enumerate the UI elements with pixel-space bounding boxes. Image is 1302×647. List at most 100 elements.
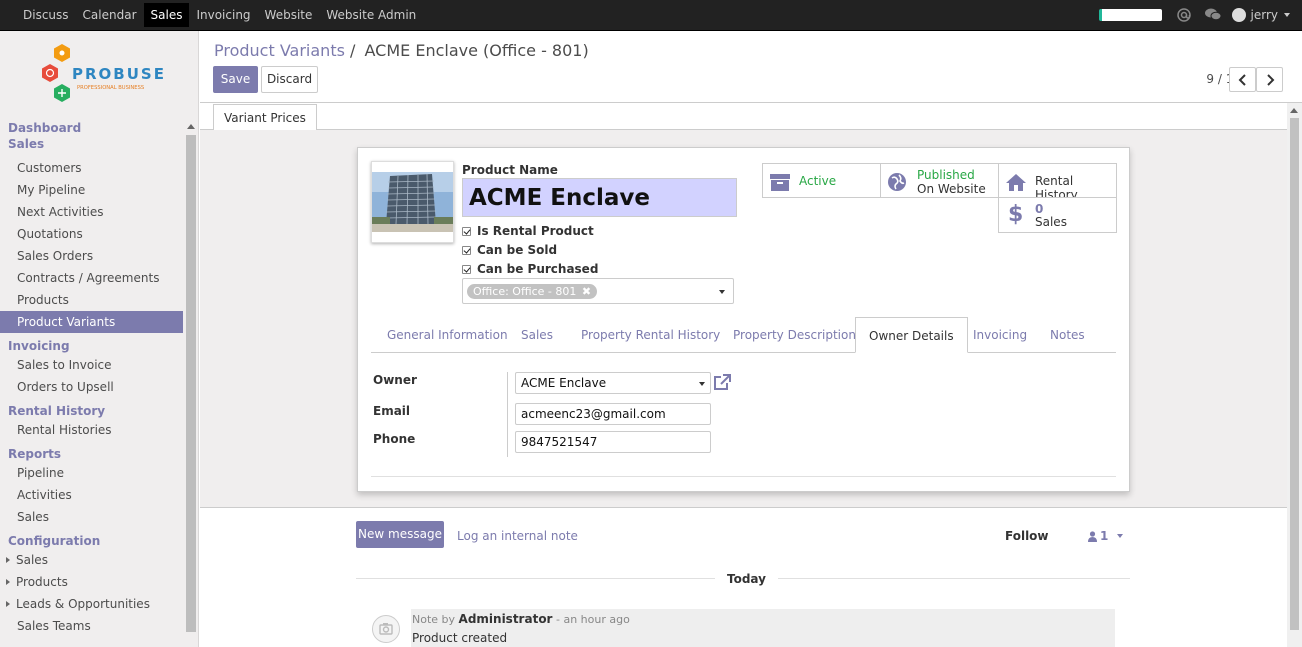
progress-bar[interactable] [1098,9,1162,21]
new-message-button[interactable]: New message [356,521,444,548]
app-menu: Discuss Calendar Sales Invoicing Website… [0,0,423,31]
chevron-down-icon [1284,13,1290,17]
attribute-tag-label: Office: Office - 801 [473,285,577,298]
menu-discuss[interactable]: Discuss [16,3,76,27]
message-item: Note by Administrator - an hour ago Prod… [411,609,1115,647]
sidebar-item-report-pipeline[interactable]: Pipeline [0,462,183,484]
tag-remove-icon[interactable]: ✖ [582,285,591,298]
menu-calendar[interactable]: Calendar [76,3,144,27]
message-time: - an hour ago [555,613,630,626]
sidebar-item-rental-histories[interactable]: Rental Histories [0,419,183,441]
sidebar-item-my-pipeline[interactable]: My Pipeline [0,179,183,201]
discard-button[interactable]: Discard [261,66,318,93]
sidebar-scrollbar[interactable] [185,121,197,647]
sidebar-nav: Dashboard Sales Customers My Pipeline Ne… [0,120,183,637]
log-note-button[interactable]: Log an internal note [457,529,578,543]
tab-invoicing[interactable]: Invoicing [973,328,1027,342]
save-button[interactable]: Save [213,66,258,93]
sidebar-item-config-sales-teams[interactable]: Sales Teams [0,615,183,637]
sidebar-item-next-activities[interactable]: Next Activities [0,201,183,223]
variant-prices-button[interactable]: Variant Prices [213,104,317,130]
external-link-icon[interactable] [713,374,731,394]
follow-button[interactable]: Follow [1005,529,1049,543]
sidebar-item-config-sales[interactable]: Sales [0,549,183,571]
menu-website-admin[interactable]: Website Admin [319,3,423,27]
sidebar-header-sales: Sales [8,137,45,151]
tab-general-information[interactable]: General Information [387,328,508,342]
chevron-down-icon[interactable] [699,382,705,386]
main-scrollbar[interactable] [1287,103,1302,647]
sidebar-header-configuration: Configuration [8,534,101,548]
sidebar-item-config-products[interactable]: Products [0,571,183,593]
checkbox-icon[interactable] [462,264,471,274]
sidebar-item-sales-orders[interactable]: Sales Orders [0,245,183,267]
followers-button[interactable]: 1 [1088,529,1124,543]
phone-field[interactable]: 9847521547 [515,431,711,453]
sidebar-item-sales-to-invoice[interactable]: Sales to Invoice [0,354,183,376]
dollar-icon: $ [1008,202,1024,227]
scrollbar-thumb[interactable] [186,135,196,632]
breadcrumb-separator: / [350,41,356,60]
sidebar-header-invoicing: Invoicing [8,339,70,353]
checkbox-can-be-purchased[interactable]: Can be Purchased [462,262,598,276]
avatar[interactable] [372,615,400,643]
form-statusbar: Variant Prices [200,103,1287,130]
company-logo: PROBUSE PROFESSIONAL BUSINESS [38,42,164,107]
user-icon [1088,530,1097,542]
tab-property-rental-history[interactable]: Property Rental History [581,328,720,342]
rental-history-button[interactable]: Rental History [998,163,1117,202]
tab-owner-details[interactable]: Owner Details [855,317,968,353]
globe-icon [887,172,907,195]
product-name-input[interactable]: ACME Enclave [462,178,737,217]
at-icon[interactable] [1176,7,1192,23]
tab-sales[interactable]: Sales [521,328,553,342]
scroll-up-icon[interactable] [1290,108,1298,113]
checkbox-label-purchased: Can be Purchased [477,262,599,276]
sales-count-button[interactable]: $ 0 Sales [998,197,1117,233]
followers-count: 1 [1100,529,1109,543]
pager-previous-button[interactable] [1229,67,1256,92]
published-toggle-button[interactable]: Published On Website [880,163,999,198]
sidebar-dashboard[interactable]: Dashboard [0,120,183,136]
menu-invoicing[interactable]: Invoicing [189,3,257,27]
scrollbar-thumb[interactable] [1290,118,1299,630]
sidebar-item-customers[interactable]: Customers [0,157,183,179]
sidebar-item-contracts[interactable]: Contracts / Agreements [0,267,183,289]
attribute-values-field[interactable]: Office: Office - 801 ✖ [462,278,734,304]
sidebar-item-config-leads[interactable]: Leads & Opportunities [0,593,183,615]
camera-icon [379,623,393,635]
phone-label: Phone [373,432,416,446]
sidebar-item-report-activities[interactable]: Activities [0,484,183,506]
tab-property-description[interactable]: Property Description [733,328,856,342]
today-label: Today [715,572,778,586]
sidebar-item-report-sales[interactable]: Sales [0,506,183,528]
pager-next-button[interactable] [1256,67,1283,92]
sidebar-item-product-variants[interactable]: Product Variants [0,311,183,333]
breadcrumb-parent[interactable]: Product Variants [214,41,345,60]
menu-sales[interactable]: Sales [143,3,190,27]
sidebar-item-orders-to-upsell[interactable]: Orders to Upsell [0,376,183,398]
scroll-up-icon[interactable] [187,124,195,129]
active-toggle-button[interactable]: Active [762,163,881,198]
active-label: Active [799,174,837,188]
checkbox-icon[interactable] [462,226,471,236]
menu-website[interactable]: Website [258,3,320,27]
user-menu[interactable]: jerry [1231,8,1290,22]
sidebar-header-rental-history: Rental History [8,404,106,418]
product-image[interactable] [371,161,454,243]
tab-notes[interactable]: Notes [1050,328,1085,342]
checkbox-icon[interactable] [462,245,471,255]
message-author[interactable]: Administrator [459,612,553,626]
checkbox-rental-product[interactable]: Is Rental Product [462,224,594,238]
chat-icon[interactable] [1204,7,1222,23]
form-sheet: Product Name ACME Enclave Is Rental Prod… [357,147,1130,492]
owner-select[interactable]: ACME Enclave [515,372,711,394]
sidebar-item-quotations[interactable]: Quotations [0,223,183,245]
email-field[interactable]: acmeenc23@gmail.com [515,403,711,425]
checkbox-can-be-sold[interactable]: Can be Sold [462,243,557,257]
chevron-down-icon[interactable] [719,290,725,294]
sidebar-item-products[interactable]: Products [0,289,183,311]
breadcrumb-current: ACME Enclave (Office - 801) [364,41,589,60]
email-label: Email [373,404,411,418]
sidebar-header-reports: Reports [8,447,62,461]
